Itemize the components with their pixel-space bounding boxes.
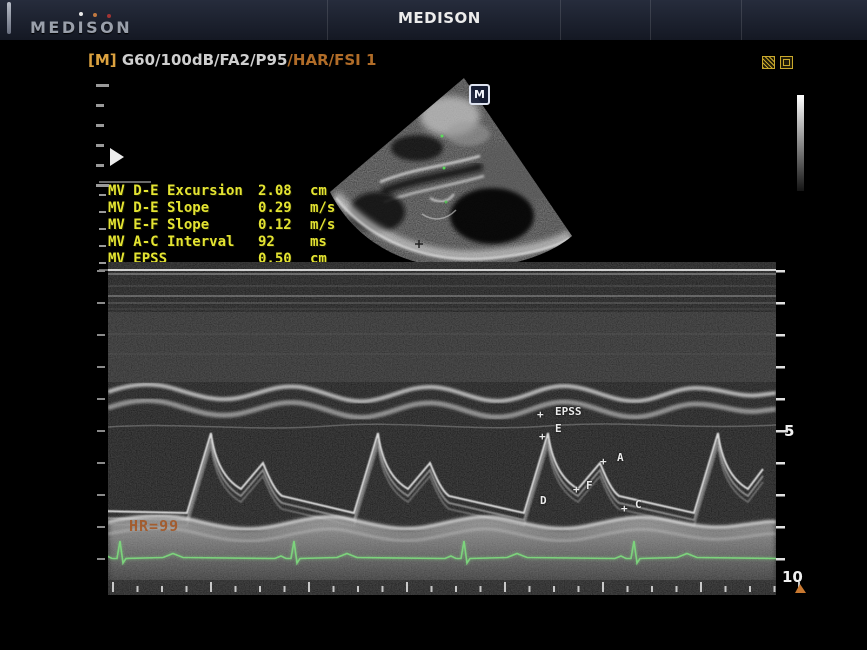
- measurement-row: MV A-C Interval 92 ms: [99, 234, 349, 251]
- titlebar-divider: [650, 0, 651, 40]
- measurement-value: 0.12: [258, 217, 300, 234]
- thumbnail-icon[interactable]: [762, 56, 775, 69]
- caliper-marker[interactable]: +: [539, 431, 546, 442]
- annotation-a: A: [617, 452, 624, 463]
- depth-label-5cm: 5: [784, 422, 794, 440]
- measurement-label: MV D-E Excursion: [108, 183, 258, 200]
- logo-dot-red: [107, 14, 111, 18]
- measurement-label: MV E-F Slope: [108, 217, 258, 234]
- measurement-unit: cm: [310, 183, 327, 200]
- annotation-e: E: [555, 423, 562, 434]
- measurement-label: MV D-E Slope: [108, 200, 258, 217]
- title-bar: MEDISON MEDISON: [0, 0, 867, 40]
- save-image-icon[interactable]: [780, 56, 793, 69]
- acquisition-params: G60/100dB/FA2/P95: [122, 51, 288, 69]
- logo-dot-orange: [93, 13, 97, 17]
- harmonic-params: /HAR/FSI 1: [287, 51, 376, 69]
- heart-rate-value: HR=99: [129, 517, 179, 535]
- right-depth-ruler: [776, 270, 788, 561]
- left-ruler-2d: [96, 84, 109, 187]
- 2d-sector-image: [322, 74, 578, 270]
- m-cursor-marker[interactable]: M: [469, 84, 490, 105]
- measurement-unit: m/s: [310, 217, 335, 234]
- panel-rule-top: [99, 181, 151, 183]
- measurement-value: 92: [258, 234, 300, 251]
- ultrasound-screen: MEDISON MEDISON [M] G60/100dB/FA2/P95/HA…: [0, 0, 867, 650]
- annotation-c: C: [635, 499, 642, 510]
- annotation-f: F: [586, 480, 593, 491]
- measurement-row: MV D-E Slope 0.29 m/s: [99, 200, 349, 217]
- measurement-unit: m/s: [310, 200, 335, 217]
- measurement-value: 0.29: [258, 200, 300, 217]
- caliper-marker[interactable]: +: [537, 409, 544, 420]
- annotation-d: D: [540, 495, 547, 506]
- titlebar-divider: [741, 0, 742, 40]
- window-title: MEDISON: [398, 9, 481, 27]
- caliper-marker[interactable]: +: [573, 484, 580, 495]
- logo-dot-white: [79, 12, 83, 16]
- titlebar-divider: [560, 0, 561, 40]
- measurement-results-panel: MV D-E Excursion 2.08 cm MV D-E Slope 0.…: [99, 183, 349, 268]
- mode-badge: [M]: [88, 51, 122, 69]
- caliper-marker[interactable]: +: [621, 503, 628, 514]
- mmode-trace-graphic: [108, 262, 776, 595]
- grayscale-bar: [797, 95, 804, 191]
- measurement-label: MV A-C Interval: [108, 234, 258, 251]
- left-depth-ruler: [97, 270, 105, 560]
- titlebar-divider: [327, 0, 328, 40]
- scrollbar-thumb[interactable]: [7, 2, 11, 34]
- depth-label-10cm: 10: [782, 568, 803, 586]
- caliper-tick: [99, 247, 106, 264]
- caliper-tick: [99, 230, 106, 247]
- mmode-trace-area: + EPSS + E + A + F D + C HR=99: [108, 262, 776, 595]
- measurement-unit: ms: [310, 234, 327, 251]
- medison-logo: MEDISON: [30, 18, 132, 37]
- measurement-row: MV D-E Excursion 2.08 cm: [99, 183, 349, 200]
- acquisition-status-line: [M] G60/100dB/FA2/P95/HAR/FSI 1: [88, 51, 376, 69]
- caliper-marker[interactable]: +: [600, 456, 607, 467]
- caliper-tick: [99, 196, 106, 213]
- caliper-tick: [99, 213, 106, 230]
- annotation-epss: EPSS: [555, 406, 582, 417]
- caliper-tick: [99, 179, 106, 196]
- measurement-row: MV E-F Slope 0.12 m/s: [99, 217, 349, 234]
- frame-arrow-icon: [110, 148, 124, 166]
- measurement-value: 2.08: [258, 183, 300, 200]
